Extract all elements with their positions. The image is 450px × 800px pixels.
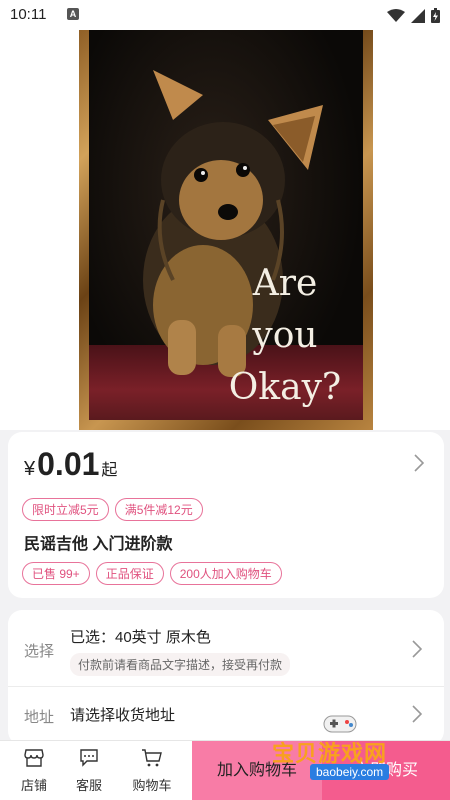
chevron-right-icon[interactable] (412, 640, 422, 658)
price: ¥ 0.01 起 (24, 446, 118, 482)
cart-button[interactable]: 购物车 (128, 749, 176, 794)
address-label: 地址 (24, 709, 55, 726)
store-icon (24, 749, 44, 767)
info-tags: 已售 99+ 正品保证 200人加入购物车 (22, 562, 282, 585)
store-button[interactable]: 店铺 (10, 749, 58, 794)
photo-frame: Are you Okay? (79, 20, 373, 430)
sales-tag: 已售 99+ (22, 562, 90, 585)
selection-note: 付款前请看商品文字描述，接受再付款 (70, 653, 291, 676)
price-card: ¥ 0.01 起 限时立减5元 满5件减12元 民谣吉他 入门进阶款 已售 99… (8, 432, 444, 598)
notification-icon: A (67, 8, 79, 20)
product-image[interactable]: Are you Okay? (0, 0, 450, 430)
site-watermark: 宝贝游戏网 baobeiy.com (272, 710, 442, 790)
selection-value: 已选：40英寸 原木色 (70, 629, 211, 646)
address-value: 请选择收货地址 (70, 707, 176, 724)
promo-tag[interactable]: 限时立减5元 (22, 498, 109, 521)
cart-icon (142, 749, 162, 767)
gamepad-icon (323, 715, 357, 733)
watermark-url: baobeiy.com (310, 764, 390, 780)
chevron-right-icon[interactable] (414, 454, 424, 472)
product-title: 民谣吉他 入门进阶款 (24, 536, 173, 553)
promo-tags: 限时立减5元 满5件减12元 (22, 498, 203, 521)
cart-count-tag: 200人加入购物车 (169, 562, 282, 585)
promo-tag[interactable]: 满5件减12元 (114, 498, 203, 521)
authentic-tag: 正品保证 (95, 562, 164, 585)
signal-icon (411, 8, 425, 23)
photo-caption: Are you Okay? (228, 263, 342, 408)
wifi-icon (387, 8, 405, 22)
battery-icon (431, 8, 440, 23)
selection-label: 选择 (24, 643, 55, 660)
selection-row[interactable]: 选择 已选：40英寸 原木色 付款前请看商品文字描述，接受再付款 (8, 610, 444, 686)
status-bar: 10:11 A (0, 0, 450, 30)
chat-icon (80, 749, 98, 767)
dog-photo: Are you Okay? (89, 30, 363, 420)
customer-service-button[interactable]: 客服 (65, 749, 113, 794)
status-time: 10:11 (10, 6, 47, 23)
